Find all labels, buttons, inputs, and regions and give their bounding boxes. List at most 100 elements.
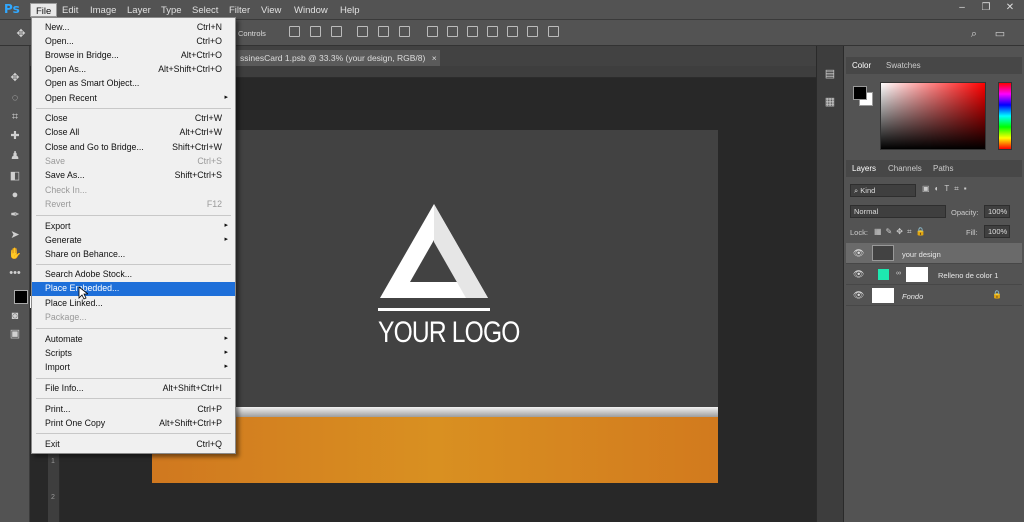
quick-mask-icon[interactable]: ◙ — [7, 309, 23, 323]
healing-brush-icon[interactable]: ✚ — [7, 129, 23, 143]
lasso-tool-icon[interactable]: ◌ — [7, 91, 23, 105]
align-right-icon[interactable] — [399, 26, 410, 37]
tab-color[interactable]: Color — [852, 61, 871, 70]
align-top-icon[interactable] — [289, 26, 300, 37]
menu-item-import[interactable]: Import ▸ — [32, 361, 235, 375]
path-selection-icon[interactable]: ➤ — [7, 228, 23, 242]
menu-item-print[interactable]: Print... Ctrl+P — [32, 403, 235, 417]
restore-icon[interactable]: ❐ — [978, 2, 994, 17]
eraser-tool-icon[interactable]: ◧ — [7, 169, 23, 183]
layer-mask-thumbnail — [906, 267, 928, 282]
ruler-label: 1 — [51, 458, 55, 465]
submenu-arrow-icon: ▸ — [224, 236, 228, 243]
menu-file[interactable]: File — [30, 3, 58, 17]
menu-item-place-linked[interactable]: Place Linked... — [32, 297, 235, 311]
menu-filter[interactable]: Filter — [224, 3, 255, 17]
blur-tool-icon[interactable]: ● — [7, 188, 23, 202]
visibility-eye-icon[interactable]: 👁 — [853, 248, 864, 259]
visibility-eye-icon[interactable]: 👁 — [853, 269, 864, 280]
menu-item-generate[interactable]: Generate ▸ — [32, 234, 235, 248]
hue-slider[interactable] — [998, 82, 1012, 150]
menu-select[interactable]: Select — [187, 3, 223, 17]
document-canvas[interactable]: YOUR LOGO — [152, 130, 718, 483]
layer-filter-icons[interactable]: ▣◐T⌗▪ — [922, 184, 972, 194]
crop-tool-icon[interactable]: ⌗ — [7, 110, 23, 124]
distribute-right-icon[interactable] — [527, 26, 538, 37]
clone-stamp-icon[interactable]: ♟ — [7, 149, 23, 163]
menu-item-exit[interactable]: Exit Ctrl+Q — [32, 438, 235, 452]
distribute-left-icon[interactable] — [487, 26, 498, 37]
menu-item-browse-in-bridge[interactable]: Browse in Bridge... Alt+Ctrl+O — [32, 49, 235, 63]
menu-item-close[interactable]: Close Ctrl+W — [32, 112, 235, 126]
hand-tool-icon[interactable]: ✋ — [7, 247, 23, 261]
blend-mode-dropdown[interactable]: Normal — [850, 205, 946, 218]
foreground-color-swatch[interactable] — [14, 290, 28, 304]
opacity-field[interactable]: 100% — [984, 205, 1010, 218]
menu-item-search-adobe-stock[interactable]: Search Adobe Stock... — [32, 268, 235, 282]
close-window-icon[interactable]: ✕ — [1002, 2, 1018, 17]
tab-paths[interactable]: Paths — [933, 164, 953, 173]
layer-row[interactable]: 👁 Fondo 🔒 — [846, 285, 1022, 306]
pen-tool-icon[interactable]: ✒ — [7, 208, 23, 222]
menu-view[interactable]: View — [256, 3, 286, 17]
lock-icons[interactable]: ▦✎✥⌗🔒 — [874, 227, 929, 237]
visibility-eye-icon[interactable]: 👁 — [853, 290, 864, 301]
silver-stripe — [152, 407, 718, 417]
distribute-hcenter-icon[interactable] — [507, 26, 518, 37]
menu-item-save-as[interactable]: Save As... Shift+Ctrl+S — [32, 169, 235, 183]
menu-item-automate[interactable]: Automate ▸ — [32, 333, 235, 347]
align-hcenter-icon[interactable] — [378, 26, 389, 37]
align-left-icon[interactable] — [357, 26, 368, 37]
menu-item-export[interactable]: Export ▸ — [32, 220, 235, 234]
move-tool-preset-icon[interactable]: ✥ — [13, 27, 29, 41]
auto-align-icon[interactable] — [548, 26, 559, 37]
menu-item-open[interactable]: Open... Ctrl+O — [32, 35, 235, 49]
menu-item-place-embedded[interactable]: Place Embedded... — [32, 282, 235, 296]
fill-field[interactable]: 100% — [984, 225, 1010, 238]
menu-help[interactable]: Help — [335, 3, 365, 17]
layer-name: Relleno de color 1 — [938, 271, 999, 280]
layer-row[interactable]: 👁 ∞ Relleno de color 1 — [846, 264, 1022, 285]
menu-layer[interactable]: Layer — [122, 3, 156, 17]
color-picker-field[interactable] — [880, 82, 986, 150]
more-tools-icon[interactable]: ••• — [7, 266, 23, 280]
workspace-icon[interactable]: ▭ — [992, 27, 1008, 41]
menu-type[interactable]: Type — [156, 3, 187, 17]
tab-channels[interactable]: Channels — [888, 164, 922, 173]
menu-item-new[interactable]: New... Ctrl+N — [32, 21, 235, 35]
properties-panel-icon[interactable]: ▦ — [822, 95, 838, 109]
menu-item-file-info[interactable]: File Info... Alt+Shift+Ctrl+I — [32, 382, 235, 396]
foreground-color-chip[interactable] — [853, 86, 867, 100]
menu-window[interactable]: Window — [289, 3, 333, 17]
tab-swatches[interactable]: Swatches — [886, 61, 921, 70]
layer-filter-dropdown[interactable]: ⌕ Kind — [850, 184, 916, 197]
distribute-bottom-icon[interactable] — [467, 26, 478, 37]
close-tab-icon[interactable]: × — [432, 53, 437, 63]
menu-image[interactable]: Image — [85, 3, 121, 17]
menu-item-open-recent[interactable]: Open Recent ▸ — [32, 92, 235, 106]
tab-layers[interactable]: Layers — [852, 164, 876, 173]
menu-item-share-on-behance[interactable]: Share on Behance... — [32, 248, 235, 262]
menu-item-open-smart-object[interactable]: Open as Smart Object... — [32, 77, 235, 91]
screen-mode-icon[interactable]: ▣ — [7, 327, 23, 341]
layer-row[interactable]: 👁 your design — [846, 243, 1022, 264]
menu-edit[interactable]: Edit — [57, 3, 83, 17]
menu-item-print-one-copy[interactable]: Print One Copy Alt+Shift+Ctrl+P — [32, 417, 235, 431]
menu-item-close-all[interactable]: Close All Alt+Ctrl+W — [32, 126, 235, 140]
align-vcenter-icon[interactable] — [310, 26, 321, 37]
align-bottom-icon[interactable] — [331, 26, 342, 37]
search-icon: ⌕ — [854, 186, 859, 195]
menu-item-open-as[interactable]: Open As... Alt+Shift+Ctrl+O — [32, 63, 235, 77]
distribute-top-icon[interactable] — [427, 26, 438, 37]
minimize-icon[interactable]: – — [954, 2, 970, 17]
menu-item-scripts[interactable]: Scripts ▸ — [32, 347, 235, 361]
document-tab[interactable]: ssinesCard 1.psb @ 33.3% (your design, R… — [236, 50, 440, 66]
history-panel-icon[interactable]: ▤ — [822, 67, 838, 81]
distribute-vcenter-icon[interactable] — [447, 26, 458, 37]
move-tool-icon[interactable]: ✥ — [7, 71, 23, 85]
submenu-arrow-icon: ▸ — [224, 335, 228, 342]
collapsed-panels-strip — [816, 46, 844, 522]
transform-controls-label[interactable]: Controls — [238, 29, 266, 38]
menu-item-close-go-to-bridge[interactable]: Close and Go to Bridge... Shift+Ctrl+W — [32, 141, 235, 155]
search-icon[interactable]: ⌕ — [966, 27, 982, 41]
